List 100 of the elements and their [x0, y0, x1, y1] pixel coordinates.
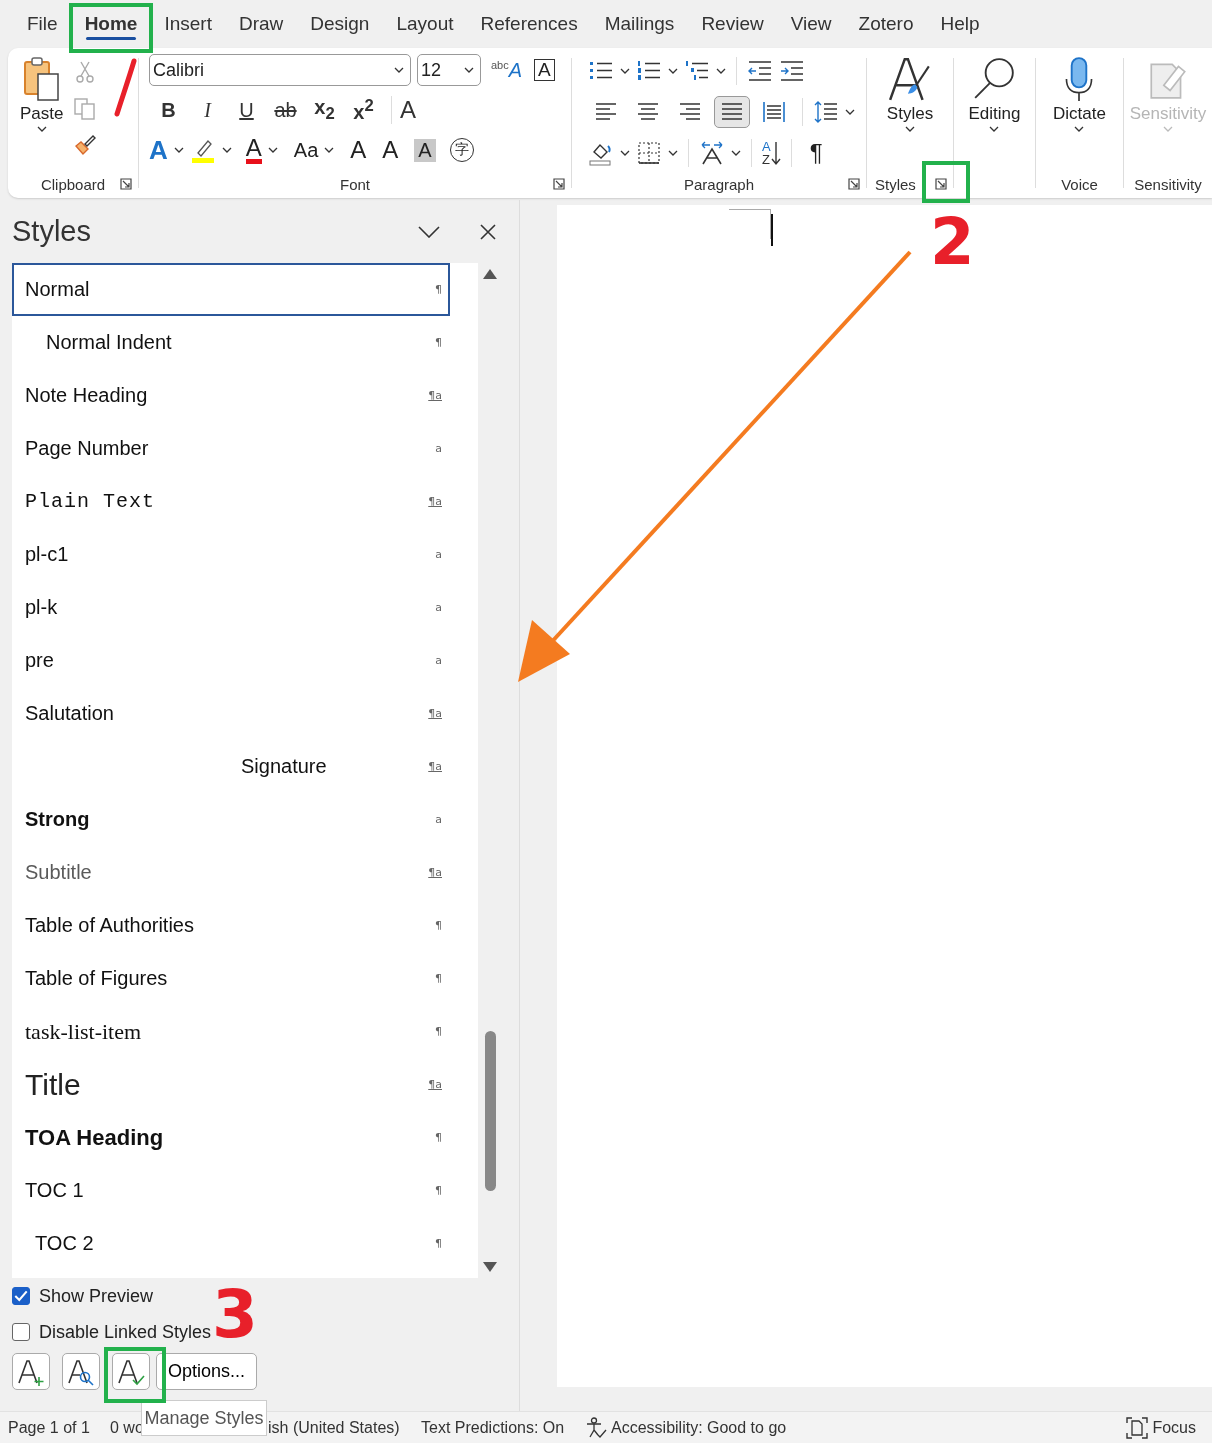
style-name: Plain Text [25, 490, 156, 513]
style-type-mark: a [435, 654, 442, 667]
style-item[interactable]: TOC 1 ¶ [12, 1164, 450, 1217]
sort-button[interactable]: A Z [762, 140, 781, 166]
style-type-mark: a [435, 442, 442, 455]
style-type-mark: a [435, 548, 442, 561]
font-name-field[interactable]: Calibri [149, 54, 411, 86]
style-name: Table of Authorities [25, 914, 194, 937]
status-item[interactable]: Page 1 of 1 [8, 1418, 110, 1437]
group-label: Styles [875, 175, 916, 193]
annotation-number: 3 [212, 1282, 258, 1348]
style-item[interactable]: Salutation ¶a [12, 687, 450, 740]
style-item[interactable]: task-list-item ¶ [12, 1005, 450, 1058]
style-name: TOA Heading [25, 1124, 164, 1151]
ribbon-tab[interactable]: Mailings [591, 0, 688, 48]
status-item[interactable]: Accessibility: Good to go [611, 1418, 787, 1437]
style-item[interactable]: pl-k a [12, 581, 450, 634]
status-item[interactable]: Focus [1152, 1418, 1196, 1437]
ribbon-tab[interactable]: Help [927, 0, 993, 48]
style-type-mark: ¶ [435, 1237, 442, 1250]
character-shading-button[interactable]: A [414, 138, 436, 162]
style-type-mark: ¶ [435, 1184, 442, 1197]
editing-button[interactable]: Editing [964, 48, 1025, 170]
ribbon-tab[interactable]: View [777, 0, 845, 48]
text-effects-button[interactable]: A [149, 134, 168, 166]
checkbox-label: Disable Linked Styles [39, 1321, 212, 1343]
style-item[interactable]: Table of Authorities ¶ [12, 899, 450, 952]
style-item[interactable]: Title ¶a [12, 1058, 450, 1111]
style-name: Normal Indent [46, 331, 172, 354]
show-formatting-button[interactable]: ¶ [809, 139, 823, 167]
ribbon-tab[interactable]: Layout [383, 0, 467, 48]
style-type-mark: ¶ [435, 336, 442, 349]
ribbon-tab[interactable]: Zotero [845, 0, 927, 48]
style-item[interactable]: Normal Indent ¶ [12, 316, 450, 369]
style-name: Title [25, 1067, 81, 1102]
style-type-mark: a [435, 813, 442, 826]
style-name: Page Number [25, 437, 149, 460]
style-name: Normal [25, 278, 90, 301]
shrink-font-button[interactable]: A [382, 136, 399, 164]
group-label: Paragraph [683, 175, 755, 193]
format-button[interactable]: ab [266, 98, 305, 122]
paste-button[interactable]: Paste [16, 48, 68, 170]
format-button[interactable]: x$_{2}$ [305, 96, 344, 124]
status-item[interactable]: Text Predictions: On [421, 1418, 585, 1437]
options-button[interactable]: Options... [156, 1353, 258, 1390]
style-item[interactable]: TOA Heading ¶ [12, 1111, 450, 1164]
format-button[interactable]: I [188, 98, 227, 122]
style-item[interactable]: Signature ¶a [12, 740, 450, 793]
style-name: Strong [25, 808, 90, 831]
style-name: pre [25, 649, 54, 672]
format-button[interactable]: x$^{2}$ [344, 96, 383, 124]
ribbon-tab[interactable]: Insert [151, 0, 225, 48]
format-button[interactable]: U [227, 98, 266, 122]
style-type-mark: ¶ [435, 972, 442, 985]
style-item[interactable]: Table of Figures ¶ [12, 952, 450, 1005]
tooltip: Manage Styles [141, 1400, 267, 1436]
style-name: TOC 1 [25, 1179, 84, 1202]
style-item[interactable]: Note Heading ¶a [12, 369, 450, 422]
ribbon-tab[interactable]: Home [71, 0, 151, 48]
style-type-mark: ¶ [435, 283, 442, 296]
style-item[interactable]: Subtitle ¶a [12, 846, 450, 899]
style-type-mark: ¶a [428, 1078, 442, 1091]
font-color-button[interactable]: A [245, 136, 262, 164]
style-type-mark: ¶a [428, 707, 442, 720]
style-type-mark: ¶ [435, 919, 442, 932]
style-item[interactable]: pre a [12, 634, 450, 687]
change-case-button[interactable]: Aa [293, 138, 319, 162]
style-type-mark: ¶a [428, 760, 442, 773]
style-item[interactable]: Strong a [12, 793, 450, 846]
style-name: Signature [241, 755, 327, 778]
style-item[interactable]: pl-c1 a [12, 528, 450, 581]
style-item[interactable]: Normal ¶ [12, 263, 450, 316]
style-name: pl-c1 [25, 543, 69, 566]
style-name: pl-k [25, 596, 58, 619]
ribbon-tab[interactable]: File [14, 0, 71, 48]
checkbox-label: Show Preview [39, 1285, 154, 1307]
annotation-number: 2 [930, 210, 975, 274]
style-item[interactable]: Plain Text ¶a [12, 475, 450, 528]
style-name: TOC 2 [35, 1232, 94, 1255]
style-type-mark: ¶a [428, 866, 442, 879]
styles-button[interactable]: Styles [882, 48, 938, 170]
character-border-button[interactable]: A [534, 59, 555, 81]
font-size-field[interactable]: 12 [417, 54, 481, 86]
style-type-mark: ¶a [428, 495, 442, 508]
format-button[interactable]: B [149, 98, 188, 122]
style-name: task-list-item [25, 1018, 142, 1045]
ribbon-tab[interactable]: Review [688, 0, 777, 48]
group-label: Font [340, 175, 370, 193]
style-item[interactable]: TOC 2 ¶ [12, 1217, 450, 1270]
style-item[interactable]: Page Number a [12, 422, 450, 475]
style-type-mark: ¶a [428, 389, 442, 402]
ribbon-tab[interactable]: Design [297, 0, 383, 48]
status-item[interactable]: ish (United States) [268, 1418, 421, 1437]
style-name: Salutation [25, 702, 114, 725]
grow-font-button[interactable]: A [350, 136, 367, 164]
dictate-button[interactable]: Dictate [1049, 48, 1110, 170]
ribbon-tab[interactable]: Draw [225, 0, 297, 48]
group-label: Sensitivity [1134, 175, 1202, 193]
clear-formatting-button[interactable]: A [391, 96, 416, 124]
ribbon-tab[interactable]: References [467, 0, 591, 48]
